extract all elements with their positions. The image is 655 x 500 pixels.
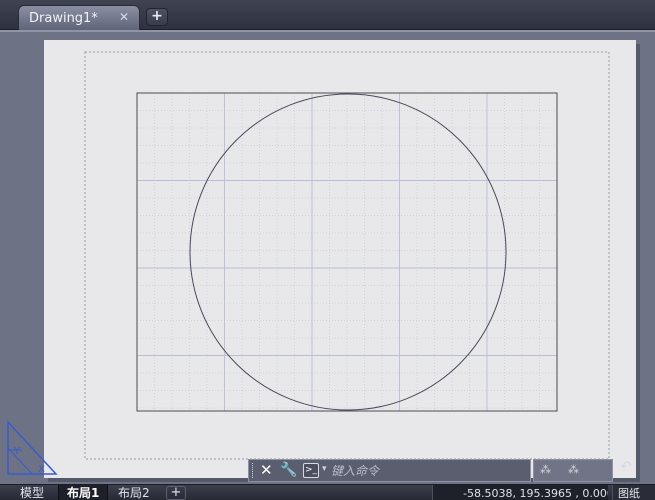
tab-layout2[interactable]: 布局2 [110, 485, 158, 500]
annotation-visibility-icon[interactable]: ⁂ [540, 463, 551, 476]
grid-lines [137, 93, 557, 411]
command-line-grip[interactable] [252, 463, 255, 478]
document-tab-bar: Drawing1* ✕ + [0, 0, 655, 30]
undo-icon[interactable]: ↶ [614, 459, 638, 482]
paper-space-toggle[interactable]: 图纸 [612, 485, 655, 500]
ucs-x-label: X [38, 464, 45, 475]
tab-layout1[interactable]: 布局1 [58, 485, 109, 500]
layout-paper [44, 40, 636, 478]
annotation-tools: ⁂ ⁂ [533, 459, 613, 482]
new-tab-button[interactable]: + [146, 8, 168, 26]
command-prompt-icon[interactable]: >_ [303, 463, 319, 478]
circle-entity [189, 93, 507, 411]
document-title: Drawing1* [29, 11, 98, 26]
coordinate-readout: -58.5038, 195.3965 , 0.0000 [432, 485, 608, 500]
chevron-down-icon[interactable]: ▾ [322, 464, 327, 474]
wrench-icon[interactable]: 🔧 [280, 462, 297, 478]
ucs-y-label: Y [13, 446, 21, 457]
annotation-scale-icon[interactable]: ⁂ [568, 463, 579, 476]
ucs-icon: Y X [7, 420, 58, 475]
drawing-area[interactable]: Y X [0, 30, 655, 484]
command-line: ✕ 🔧 >_ ▾ [248, 459, 531, 482]
tab-drawing1[interactable]: Drawing1* ✕ [18, 5, 140, 30]
tab-model[interactable]: 模型 [12, 485, 52, 500]
add-layout-button[interactable]: + [166, 486, 186, 500]
drawing-canvas[interactable] [44, 40, 636, 478]
command-input[interactable] [331, 461, 526, 480]
status-bar: 模型 布局1 布局2 + -58.5038, 195.3965 , 0.0000… [0, 484, 655, 500]
close-icon[interactable]: ✕ [260, 461, 273, 479]
close-tab-icon[interactable]: ✕ [119, 10, 129, 24]
